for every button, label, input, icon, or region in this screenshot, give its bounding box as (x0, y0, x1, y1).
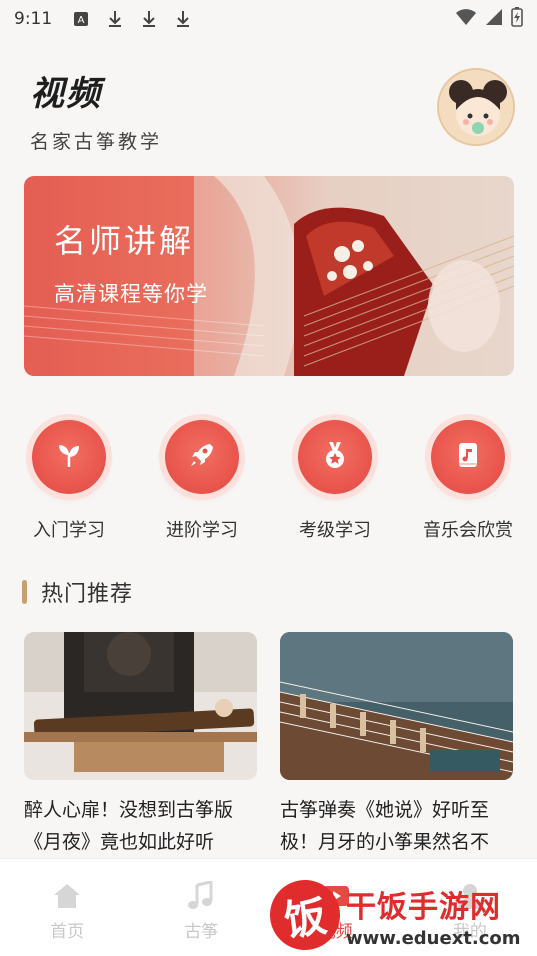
tab-home[interactable]: 首页 (0, 859, 134, 956)
tab-guzheng[interactable]: 古筝 (134, 859, 268, 956)
music-book-icon (452, 439, 484, 475)
battery-charging-icon (511, 6, 523, 32)
tab-label: 古筝 (184, 922, 219, 942)
category-label: 考级学习 (299, 520, 371, 541)
download-icon (104, 9, 126, 29)
download-icon (172, 9, 194, 29)
section-accent-bar (22, 580, 27, 604)
category-entry-learning[interactable]: 入门学习 (4, 420, 134, 542)
category-label: 入门学习 (33, 520, 105, 541)
banner-guzheng-image (24, 176, 514, 376)
medal-icon (319, 439, 351, 475)
section-heading: 热门推荐 (22, 576, 133, 608)
category-icon-button[interactable] (165, 420, 239, 494)
watermark-text: 干饭手游网 www.eduext.com (346, 882, 521, 949)
category-icon-button[interactable] (298, 420, 372, 494)
download-icon (138, 9, 160, 29)
banner-subtitle: 高清课程等你学 (54, 282, 208, 306)
category-exam-learning[interactable]: 考级学习 (270, 420, 400, 542)
category-label: 音乐会欣赏 (423, 520, 513, 541)
watermark-url: www.eduext.com (346, 927, 521, 949)
status-time: 9:11 (14, 9, 53, 29)
page-header: 视频 名家古筝教学 (30, 66, 162, 154)
category-advanced-learning[interactable]: 进阶学习 (137, 420, 267, 542)
category-icon-button[interactable] (431, 420, 505, 494)
rocket-icon (186, 439, 218, 475)
wifi-icon (455, 8, 477, 31)
watermark-logo: 饭 (265, 875, 345, 955)
status-bar: 9:11 A (0, 0, 537, 38)
category-icon-button[interactable] (32, 420, 106, 494)
promo-banner[interactable]: 名师讲解 高清课程等你学 (24, 176, 514, 376)
site-watermark: 饭 干饭手游网 www.eduext.com (265, 875, 521, 955)
signal-icon (485, 8, 503, 31)
leaf-icon (53, 439, 85, 475)
svg-text:A: A (78, 15, 85, 26)
avatar[interactable] (437, 68, 515, 146)
a-badge-icon: A (70, 9, 92, 29)
banner-title: 名师讲解 (54, 222, 195, 260)
page-subtitle: 名家古筝教学 (30, 131, 163, 153)
category-grid: 入门学习 进阶学习 考级学习 音乐会欣赏 (0, 420, 537, 550)
page-title: 视频 (30, 74, 102, 114)
video-card[interactable]: 醉人心扉！没想到古筝版《月夜》竟也如此好听 (24, 632, 257, 858)
tab-label: 首页 (50, 922, 85, 942)
video-thumbnail[interactable] (280, 632, 513, 780)
video-title[interactable]: 古筝弹奏《她说》好听至极！月牙的小筝果然名不 (280, 794, 513, 858)
video-card[interactable]: 古筝弹奏《她说》好听至极！月牙的小筝果然名不 (280, 632, 513, 858)
video-title[interactable]: 醉人心扉！没想到古筝版《月夜》竟也如此好听 (24, 794, 257, 858)
video-thumbnail[interactable] (24, 632, 257, 780)
section-title: 热门推荐 (41, 582, 134, 607)
music-note-icon (187, 881, 215, 911)
category-concert[interactable]: 音乐会欣赏 (403, 420, 533, 542)
home-icon (52, 881, 82, 911)
watermark-name: 干饭手游网 (346, 889, 501, 925)
category-label: 进阶学习 (166, 520, 238, 541)
